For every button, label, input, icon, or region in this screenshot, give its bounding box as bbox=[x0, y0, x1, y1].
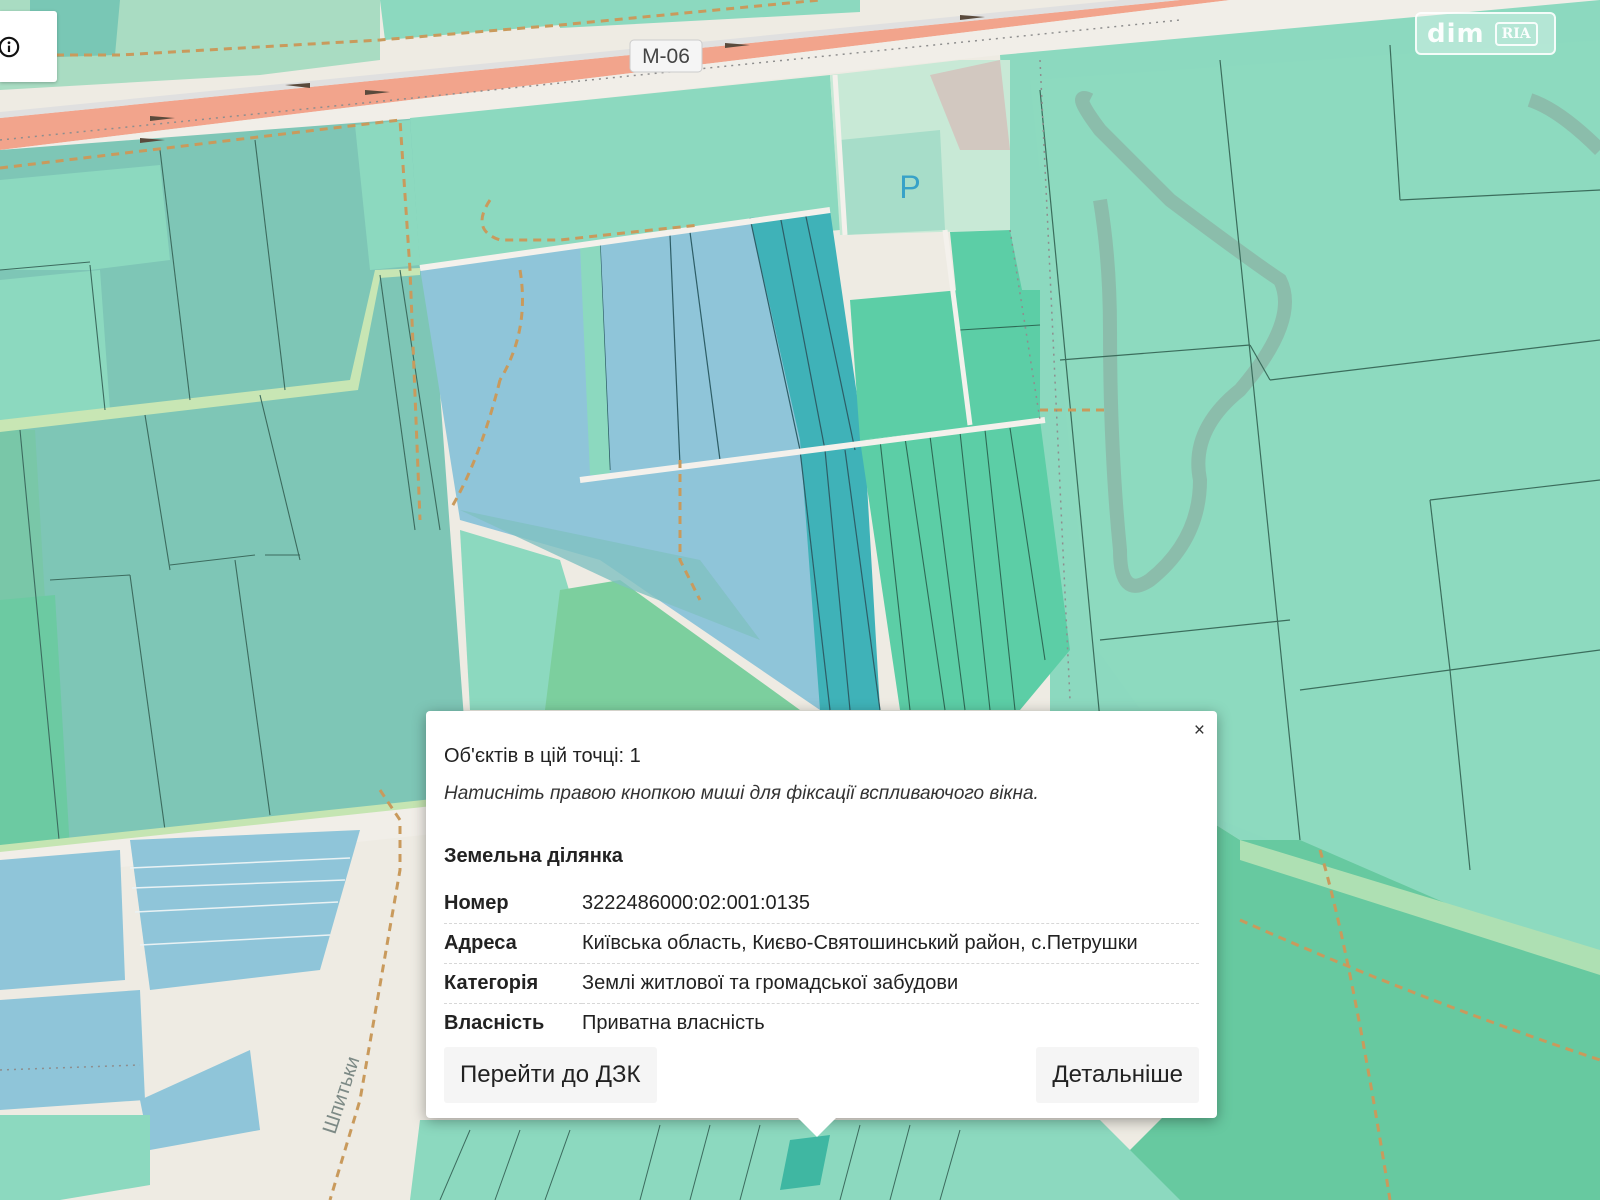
close-icon[interactable]: × bbox=[1194, 721, 1205, 740]
objects-count: Об'єктів в цій точці: 1 bbox=[444, 745, 641, 767]
row-label-address: Адреса bbox=[444, 923, 582, 964]
table-row: Номер 3222486000:02:001:0135 bbox=[444, 884, 1199, 924]
row-value-category: Землі житлової та громадської забудови bbox=[582, 963, 1199, 1004]
table-row: Категорія Землі житлової та громадської … bbox=[444, 963, 1199, 1004]
parcel-info-table: Номер 3222486000:02:001:0135 Адреса Київ… bbox=[444, 884, 1199, 1043]
table-row: Адреса Київська область, Києво-Святошинс… bbox=[444, 923, 1199, 964]
info-button[interactable] bbox=[0, 11, 57, 82]
svg-text:M-06: M-06 bbox=[642, 45, 690, 68]
popup-actions: Перейти до ДЗК Детальніше bbox=[444, 1047, 1199, 1103]
table-row: Власність Приватна власність bbox=[444, 1004, 1199, 1044]
row-value-address: Київська область, Києво-Святошинський ра… bbox=[582, 923, 1199, 964]
row-label-category: Категорія bbox=[444, 963, 582, 1004]
dimria-logo: dim RIA bbox=[1415, 12, 1556, 55]
row-value-ownership: Приватна власність bbox=[582, 1012, 765, 1034]
parking-icon: P bbox=[899, 169, 920, 205]
row-label-number: Номер bbox=[444, 884, 582, 924]
logo-dim: dim bbox=[1427, 18, 1485, 49]
row-label-ownership: Власність bbox=[444, 1012, 545, 1034]
info-circle-icon bbox=[0, 36, 20, 57]
logo-ria: RIA bbox=[1494, 21, 1538, 46]
row-value-number: 3222486000:02:001:0135 bbox=[582, 884, 1199, 924]
parcel-popup: × Об'єктів в цій точці: 1 Натисніть прав… bbox=[426, 711, 1217, 1118]
popup-pointer bbox=[798, 1118, 836, 1137]
popup-hint: Натисніть правою кнопкою миші для фіксац… bbox=[444, 783, 1039, 804]
details-button[interactable]: Детальніше bbox=[1036, 1047, 1199, 1103]
section-title: Земельна ділянка bbox=[444, 845, 623, 867]
go-to-dzk-button[interactable]: Перейти до ДЗК bbox=[444, 1047, 657, 1103]
road-shield-m06: M-06 bbox=[629, 39, 703, 73]
